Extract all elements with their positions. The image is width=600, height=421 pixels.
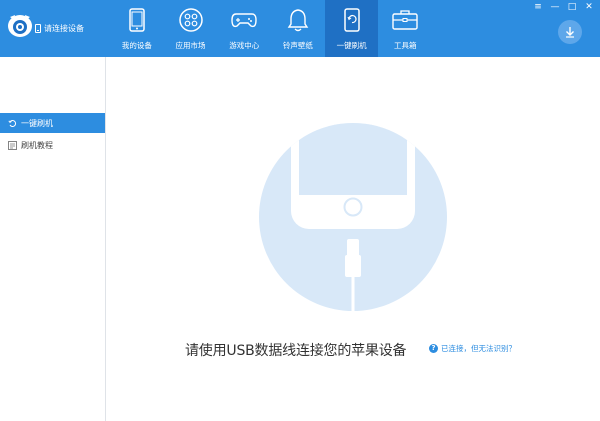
nav-game-center[interactable]: 游戏中心: [217, 0, 271, 57]
close-button[interactable]: ✕: [584, 3, 594, 12]
maximize-button[interactable]: □: [567, 3, 577, 12]
apps-icon: [178, 7, 204, 33]
nav-ringtones-wallpapers[interactable]: 铃声壁纸: [271, 0, 325, 57]
sidebar-item-flash-tutorial[interactable]: 刷机教程: [0, 135, 105, 155]
minimize-button[interactable]: —: [550, 3, 560, 12]
nav-label: 应用市场: [175, 41, 206, 50]
question-icon: ?: [429, 344, 438, 353]
nav-my-device[interactable]: 我的设备: [110, 0, 164, 57]
nav-label: 铃声壁纸: [282, 41, 313, 50]
nav-app-market[interactable]: 应用市场: [164, 0, 218, 57]
menu-button[interactable]: ≡: [533, 3, 543, 12]
nav-label: 工具箱: [394, 41, 417, 50]
connect-phone-illustration: [259, 123, 447, 311]
app-logo-icon: [8, 15, 32, 37]
download-icon: [566, 27, 574, 38]
nav-one-click-flash[interactable]: 一键刷机: [324, 0, 379, 57]
bell-icon: [285, 7, 311, 33]
connect-instruction-text: 请使用USB数据线连接您的苹果设备: [185, 343, 407, 359]
nav-label: 一键刷机: [336, 41, 367, 50]
refresh-phone-icon: [339, 7, 365, 33]
nav-label: 游戏中心: [229, 41, 260, 50]
nav-toolbox[interactable]: 工具箱: [378, 0, 432, 57]
help-link-label: 已连接，但无法识别？: [441, 344, 516, 353]
connect-device-label: 请连接设备: [44, 23, 84, 33]
connect-device-link[interactable]: 请连接设备: [35, 21, 84, 35]
sidebar-item-label: 一键刷机: [21, 118, 53, 128]
toolbox-icon: [392, 7, 418, 33]
nav-label: 我的设备: [121, 41, 152, 50]
title-bar: 请连接设备 我的设备 应用市场 游戏中心 铃声壁纸 一键刷机 工具箱 ≡ — □…: [0, 0, 600, 57]
sidebar-item-label: 刷机教程: [21, 140, 53, 150]
gamepad-icon: [231, 7, 257, 33]
sidebar: 一键刷机 刷机教程: [0, 57, 106, 421]
refresh-icon: [8, 119, 17, 128]
main-nav: 我的设备 应用市场 游戏中心 铃声壁纸 一键刷机 工具箱: [110, 0, 432, 57]
device-icon: [35, 23, 41, 33]
main-content: 请使用USB数据线连接您的苹果设备 ? 已连接，但无法识别？: [107, 57, 600, 421]
phone-icon: [124, 7, 150, 33]
sidebar-item-one-click-flash[interactable]: 一键刷机: [0, 113, 105, 133]
book-icon: [8, 140, 17, 150]
connected-not-recognized-link[interactable]: ? 已连接，但无法识别？: [429, 343, 516, 354]
download-button[interactable]: [558, 20, 582, 44]
window-controls: ≡ — □ ✕: [533, 3, 594, 12]
